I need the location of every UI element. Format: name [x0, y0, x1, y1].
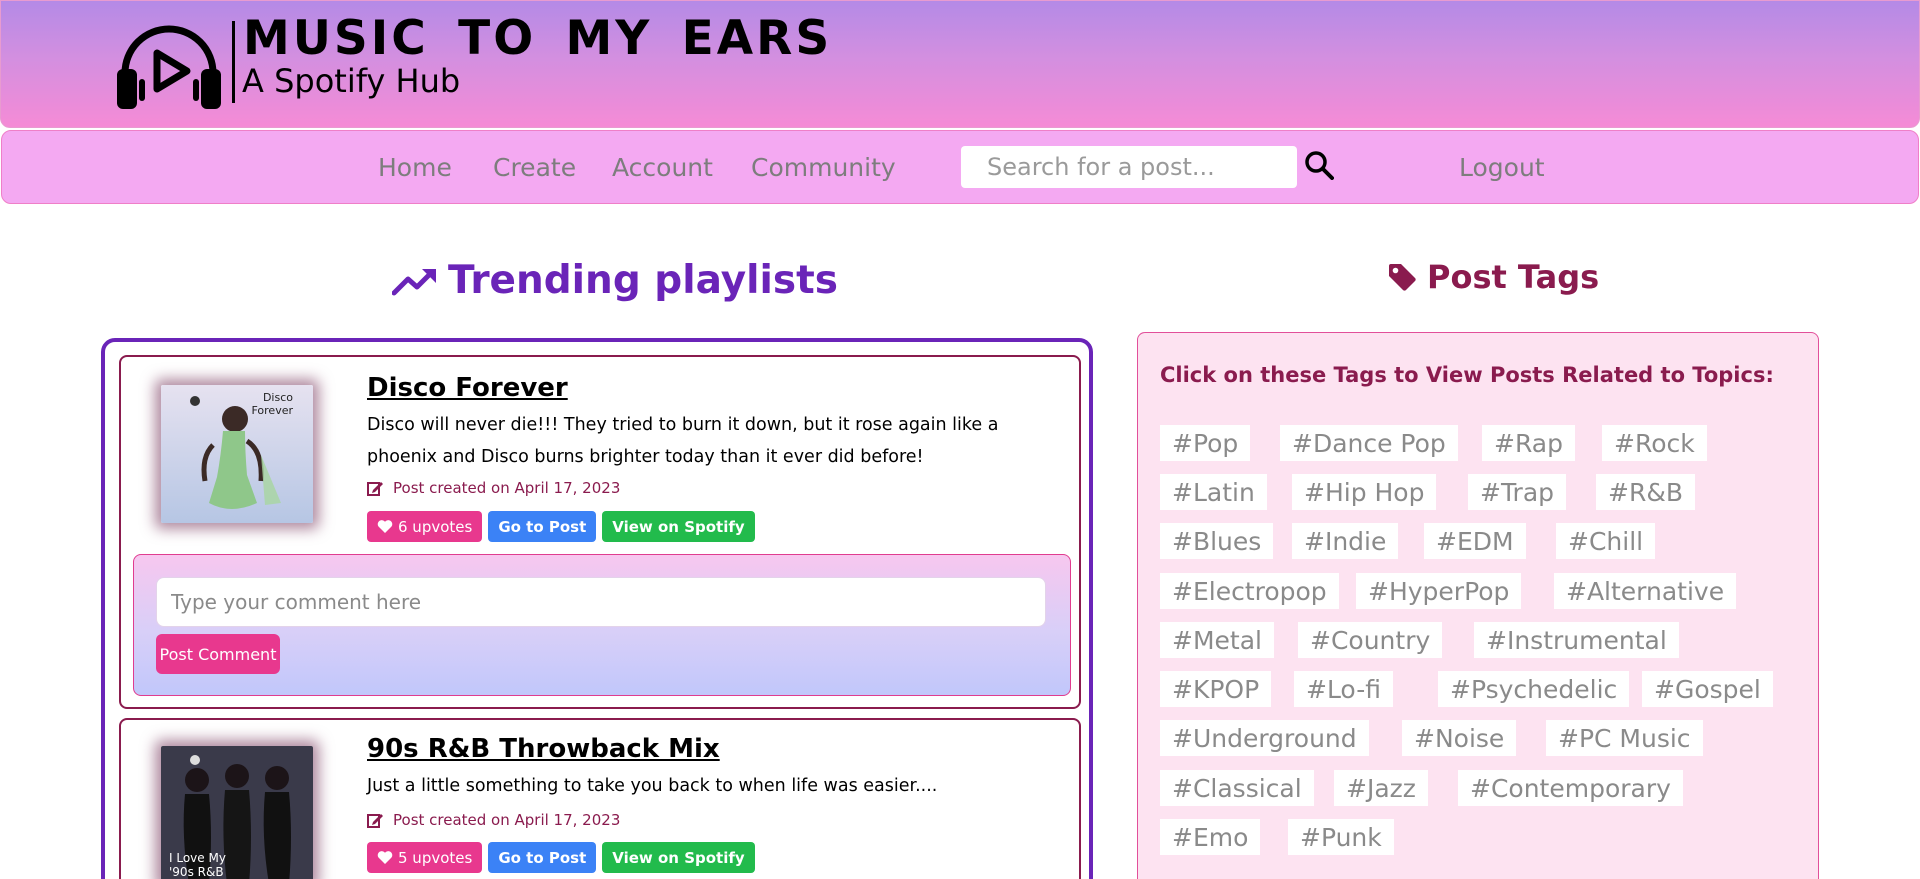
svg-text:Forever: Forever — [251, 404, 293, 417]
post-actions: 5 upvotes Go to Post View on Spotify — [367, 842, 755, 873]
site-subtitle: A Spotify Hub — [242, 62, 461, 100]
go-to-post-button[interactable]: Go to Post — [488, 842, 597, 873]
tag-chip[interactable]: #Pop — [1160, 425, 1251, 461]
tag-chip[interactable]: #Emo — [1160, 819, 1261, 855]
tag-chip[interactable]: #Dance Pop — [1280, 425, 1458, 461]
search-input[interactable] — [961, 146, 1297, 188]
tags-title-text: Post Tags — [1427, 258, 1600, 296]
tag-chip[interactable]: #Instrumental — [1474, 622, 1679, 658]
logo-divider — [232, 21, 235, 103]
tag-chip[interactable]: #Metal — [1160, 622, 1274, 658]
tag-chip[interactable]: #EDM — [1424, 523, 1526, 559]
trending-title-text: Trending playlists — [448, 258, 838, 303]
trending-up-icon — [392, 268, 436, 295]
tag-chip[interactable]: #Noise — [1402, 720, 1517, 756]
post-date: Post created on April 17, 2023 — [367, 479, 620, 497]
heart-icon — [377, 520, 393, 533]
tag-chip[interactable]: #Hip Hop — [1292, 474, 1437, 510]
search-icon[interactable] — [1304, 150, 1334, 180]
upvote-button[interactable]: 5 upvotes — [367, 842, 483, 873]
upvote-count: 6 upvotes — [398, 517, 473, 536]
nav-account[interactable]: Account — [612, 153, 713, 183]
tag-chip[interactable]: #Jazz — [1334, 770, 1428, 806]
nav-create[interactable]: Create — [493, 153, 576, 183]
tag-chip[interactable]: #Electropop — [1160, 573, 1339, 609]
tags-container: Click on these Tags to View Posts Relate… — [1137, 332, 1819, 879]
nav-community[interactable]: Community — [751, 153, 896, 183]
post-comment-button[interactable]: Post Comment — [156, 634, 280, 674]
svg-text:I Love My: I Love My — [169, 851, 226, 865]
tag-chip[interactable]: #Lo-fi — [1294, 671, 1393, 707]
upvote-button[interactable]: 6 upvotes — [367, 511, 483, 542]
post-title[interactable]: Disco Forever — [367, 373, 568, 403]
comment-form: Post Comment — [133, 554, 1071, 696]
tag-chip[interactable]: #Alternative — [1554, 573, 1737, 609]
heart-icon — [377, 851, 393, 864]
nav-logout[interactable]: Logout — [1459, 153, 1545, 183]
post-date-text: Post created on April 17, 2023 — [393, 479, 621, 497]
headphones-play-icon — [117, 25, 221, 109]
post-date: Post created on April 17, 2023 — [367, 811, 620, 829]
post-actions: 6 upvotes Go to Post View on Spotify — [367, 511, 755, 542]
edit-icon — [367, 814, 383, 828]
nav-home[interactable]: Home — [378, 153, 452, 183]
tag-chip[interactable]: #Classical — [1160, 770, 1314, 806]
tag-icon — [1389, 264, 1416, 291]
tag-chip[interactable]: #PC Music — [1546, 720, 1703, 756]
svg-text:'90s R&B: '90s R&B — [169, 865, 224, 879]
comment-input[interactable] — [156, 577, 1046, 627]
trending-container: Disco Forever Disco Forever Disco will n… — [101, 338, 1093, 879]
post-cover-image: Disco Forever — [161, 385, 313, 523]
post-cover-image: I Love My '90s R&B — [161, 746, 313, 879]
post-date-text: Post created on April 17, 2023 — [393, 811, 621, 829]
tag-chip[interactable]: #Chill — [1556, 523, 1656, 559]
tag-chip[interactable]: #HyperPop — [1356, 573, 1522, 609]
tag-chip[interactable]: #KPOP — [1160, 671, 1272, 707]
go-to-post-button[interactable]: Go to Post — [488, 511, 597, 542]
nav-bar: Home Create Account Community Logout — [1, 130, 1919, 204]
tag-chip[interactable]: #Blues — [1160, 523, 1274, 559]
tag-chip[interactable]: #Indie — [1292, 523, 1399, 559]
trending-title: Trending playlists — [392, 258, 838, 303]
edit-icon — [367, 482, 383, 496]
view-on-spotify-button[interactable]: View on Spotify — [602, 511, 755, 542]
tag-chip[interactable]: #Gospel — [1642, 671, 1773, 707]
tag-chip[interactable]: #Country — [1298, 622, 1443, 658]
tag-chip[interactable]: #Rock — [1602, 425, 1707, 461]
tag-chip[interactable]: #Contemporary — [1458, 770, 1683, 806]
tag-chip[interactable]: #Underground — [1160, 720, 1369, 756]
site-title: MUSIC TO MY EARS — [243, 11, 833, 66]
tag-chip[interactable]: #Psychedelic — [1438, 671, 1630, 707]
post-card: I Love My '90s R&B 90s R&B Throwback Mix… — [119, 718, 1081, 879]
post-description: Disco will never die!!! They tried to bu… — [367, 415, 999, 467]
site-header: MUSIC TO MY EARS A Spotify Hub — [0, 0, 1920, 128]
tags-title: Post Tags — [1387, 258, 1599, 296]
tag-chip[interactable]: #Latin — [1160, 474, 1267, 510]
tag-chip[interactable]: #R&B — [1596, 474, 1695, 510]
tags-heading: Click on these Tags to View Posts Relate… — [1160, 363, 1774, 387]
tag-chip[interactable]: #Trap — [1468, 474, 1567, 510]
post-card: Disco Forever Disco Forever Disco will n… — [119, 355, 1081, 709]
post-title[interactable]: 90s R&B Throwback Mix — [367, 734, 720, 764]
upvote-count: 5 upvotes — [398, 848, 473, 867]
post-description: Just a little something to take you back… — [367, 776, 938, 796]
view-on-spotify-button[interactable]: View on Spotify — [602, 842, 755, 873]
tag-chip[interactable]: #Rap — [1482, 425, 1575, 461]
tag-chip[interactable]: #Punk — [1288, 819, 1394, 855]
svg-text:Disco: Disco — [263, 391, 293, 404]
